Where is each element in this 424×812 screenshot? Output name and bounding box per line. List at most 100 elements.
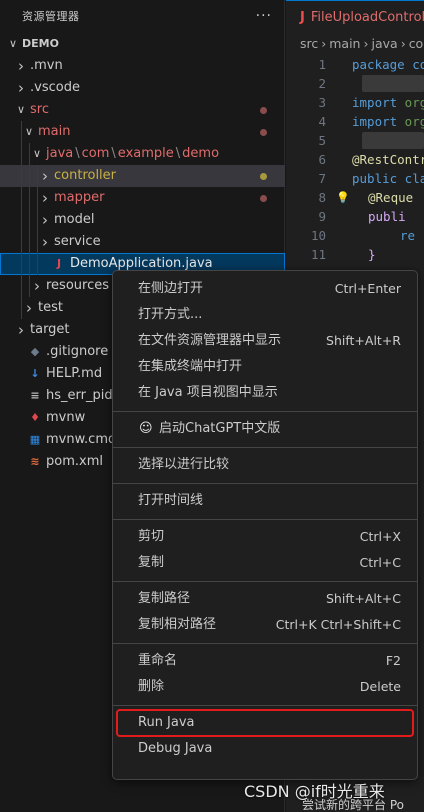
menu-item-label: 复制 (138, 555, 165, 570)
tree-item-label: test (38, 300, 63, 315)
tree-item-label: target (30, 322, 70, 337)
tree-item[interactable]: › mapper (0, 187, 285, 209)
chevron-right-icon[interactable]: › (16, 55, 26, 77)
tree-item[interactable]: › model (0, 209, 285, 231)
line-number: 9 (318, 209, 326, 224)
chevron-right-icon[interactable]: › (16, 77, 26, 99)
menu-item-label: Debug Java (138, 741, 213, 756)
tree-item[interactable]: › .vscode (0, 77, 285, 99)
menu-item[interactable]: 在文件资源管理器中显示 Shift+Alt+R (117, 328, 413, 354)
chevron-down-icon[interactable]: ∨ (16, 99, 26, 121)
code-text: import org (352, 95, 424, 110)
tree-item[interactable]: › service (0, 231, 285, 253)
git-status-dot (260, 129, 267, 136)
tab-bar: J FileUploadController (286, 0, 424, 33)
code-text: } (368, 247, 376, 262)
gitignore-icon: ◆ (30, 345, 40, 358)
windows-icon: ▦ (29, 433, 41, 446)
chevron-right-icon[interactable]: › (32, 275, 42, 297)
menu-item[interactable]: 复制路径 Shift+Alt+C (117, 586, 413, 612)
indent-guide (37, 231, 38, 253)
indent-guide (29, 231, 30, 253)
menu-item[interactable]: Run Java (116, 709, 414, 737)
menu-separator (113, 411, 417, 412)
menu-item[interactable]: 复制相对路径 Ctrl+K Ctrl+Shift+C (117, 612, 413, 638)
path-segment: java (46, 146, 74, 161)
tree-item[interactable]: ∨ main (0, 121, 285, 143)
indent-guide (21, 231, 22, 253)
editor-tab[interactable]: J FileUploadController (286, 0, 424, 33)
indent-guide (21, 187, 22, 209)
chevron-down-icon[interactable]: ∨ (32, 143, 42, 165)
chevron-right-icon[interactable]: › (40, 187, 50, 209)
chevron-down-icon[interactable]: ∨ (8, 33, 18, 55)
menu-item[interactable]: 剪切 Ctrl+X (117, 524, 413, 550)
chevron-right-icon[interactable]: › (40, 231, 50, 253)
code-line: 6 @RestContr (286, 150, 424, 169)
chevron-right-icon[interactable]: › (40, 165, 50, 187)
indent-guide (29, 209, 30, 231)
menu-item-label: Run Java (138, 715, 195, 730)
tab-label: FileUploadController (310, 9, 424, 25)
menu-item[interactable]: 打开时间线 (117, 488, 413, 514)
watermark-sub: 尝试新的跨平台 Po (302, 798, 404, 812)
tree-item[interactable]: › .mvn (0, 55, 285, 77)
menu-item[interactable]: 删除 Delete (117, 674, 413, 700)
chevron-down-icon[interactable]: ∨ (24, 121, 34, 143)
menu-item-label: 在文件资源管理器中显示 (138, 333, 282, 348)
git-status-dot (260, 107, 267, 114)
code-line: 3 import org (286, 93, 424, 112)
line-number: 10 (310, 228, 326, 243)
chevron-right-icon[interactable]: › (24, 297, 34, 319)
menu-item-shortcut: F2 (385, 653, 401, 668)
menu-item-label: 复制相对路径 (138, 617, 217, 632)
menu-item[interactable]: 在集成终端中打开 (117, 354, 413, 380)
menu-item[interactable]: 在 Java 项目视图中显示 (117, 380, 413, 406)
tree-item-label: .mvn (30, 58, 63, 73)
menu-item[interactable]: 复制 Ctrl+C (117, 550, 413, 576)
chevron-right-icon[interactable]: › (40, 209, 50, 231)
tree-item[interactable]: ∨ src (0, 99, 285, 121)
path-separator: \ (175, 146, 181, 161)
menu-item[interactable]: ☺ 启动ChatGPT中文版 (117, 416, 413, 442)
tree-item-label: pom.xml (46, 454, 103, 469)
more-actions-icon[interactable]: ··· (256, 8, 272, 24)
tree-item-label: controller (54, 168, 117, 183)
folded-region (362, 132, 424, 149)
menu-item[interactable]: 重命名 F2 (117, 648, 413, 674)
breadcrumb-item[interactable]: co (409, 36, 424, 51)
tree-item-label: src (30, 102, 49, 117)
code-line: 11} (286, 245, 424, 264)
menu-item[interactable]: 选择以进行比较 (117, 452, 413, 478)
code-line: 8 @Reque 💡 (286, 188, 424, 207)
tree-item-label: java \ com \ example \ demo (46, 143, 219, 165)
menu-item[interactable]: 在侧边打开 Ctrl+Enter (117, 276, 413, 302)
explorer-header: 资源管理器 ··· (0, 0, 284, 32)
code-line: 7 public cla (286, 169, 424, 188)
maven-icon: ♦ (30, 411, 40, 424)
menu-item[interactable]: Debug Java (117, 736, 413, 762)
breadcrumb-item[interactable]: src (300, 36, 318, 51)
menu-separator (113, 483, 417, 484)
chevron-right-icon[interactable]: › (16, 319, 26, 341)
line-number: 7 (318, 171, 326, 186)
indent-guide (29, 143, 30, 165)
indent-guide (29, 187, 30, 209)
breadcrumb-item[interactable]: java (371, 36, 397, 51)
menu-item[interactable]: 打开方式... (117, 302, 413, 328)
line-number: 1 (318, 57, 326, 72)
code-text: publi (368, 209, 406, 224)
java-file-icon: J (56, 257, 62, 270)
tree-item[interactable]: ∨ java \ com \ example \ demo (0, 143, 285, 165)
menu-item-shortcut: Ctrl+X (359, 529, 401, 544)
tree-item[interactable]: ∨ DEMO (0, 33, 285, 55)
tree-item-label: mvnw (46, 410, 86, 425)
code-text: @RestContr (352, 152, 424, 167)
code-line: 5 (286, 131, 424, 150)
breadcrumb-item[interactable]: main (329, 36, 360, 51)
tree-item[interactable]: › controller (0, 165, 285, 187)
java-icon: J (300, 9, 305, 25)
lightbulb-icon[interactable]: 💡 (336, 188, 350, 207)
menu-item-shortcut: Shift+Alt+R (326, 333, 401, 348)
code-view[interactable]: 1 package co 2 3 import org 4 import org 5 6 @Res… (286, 55, 424, 264)
